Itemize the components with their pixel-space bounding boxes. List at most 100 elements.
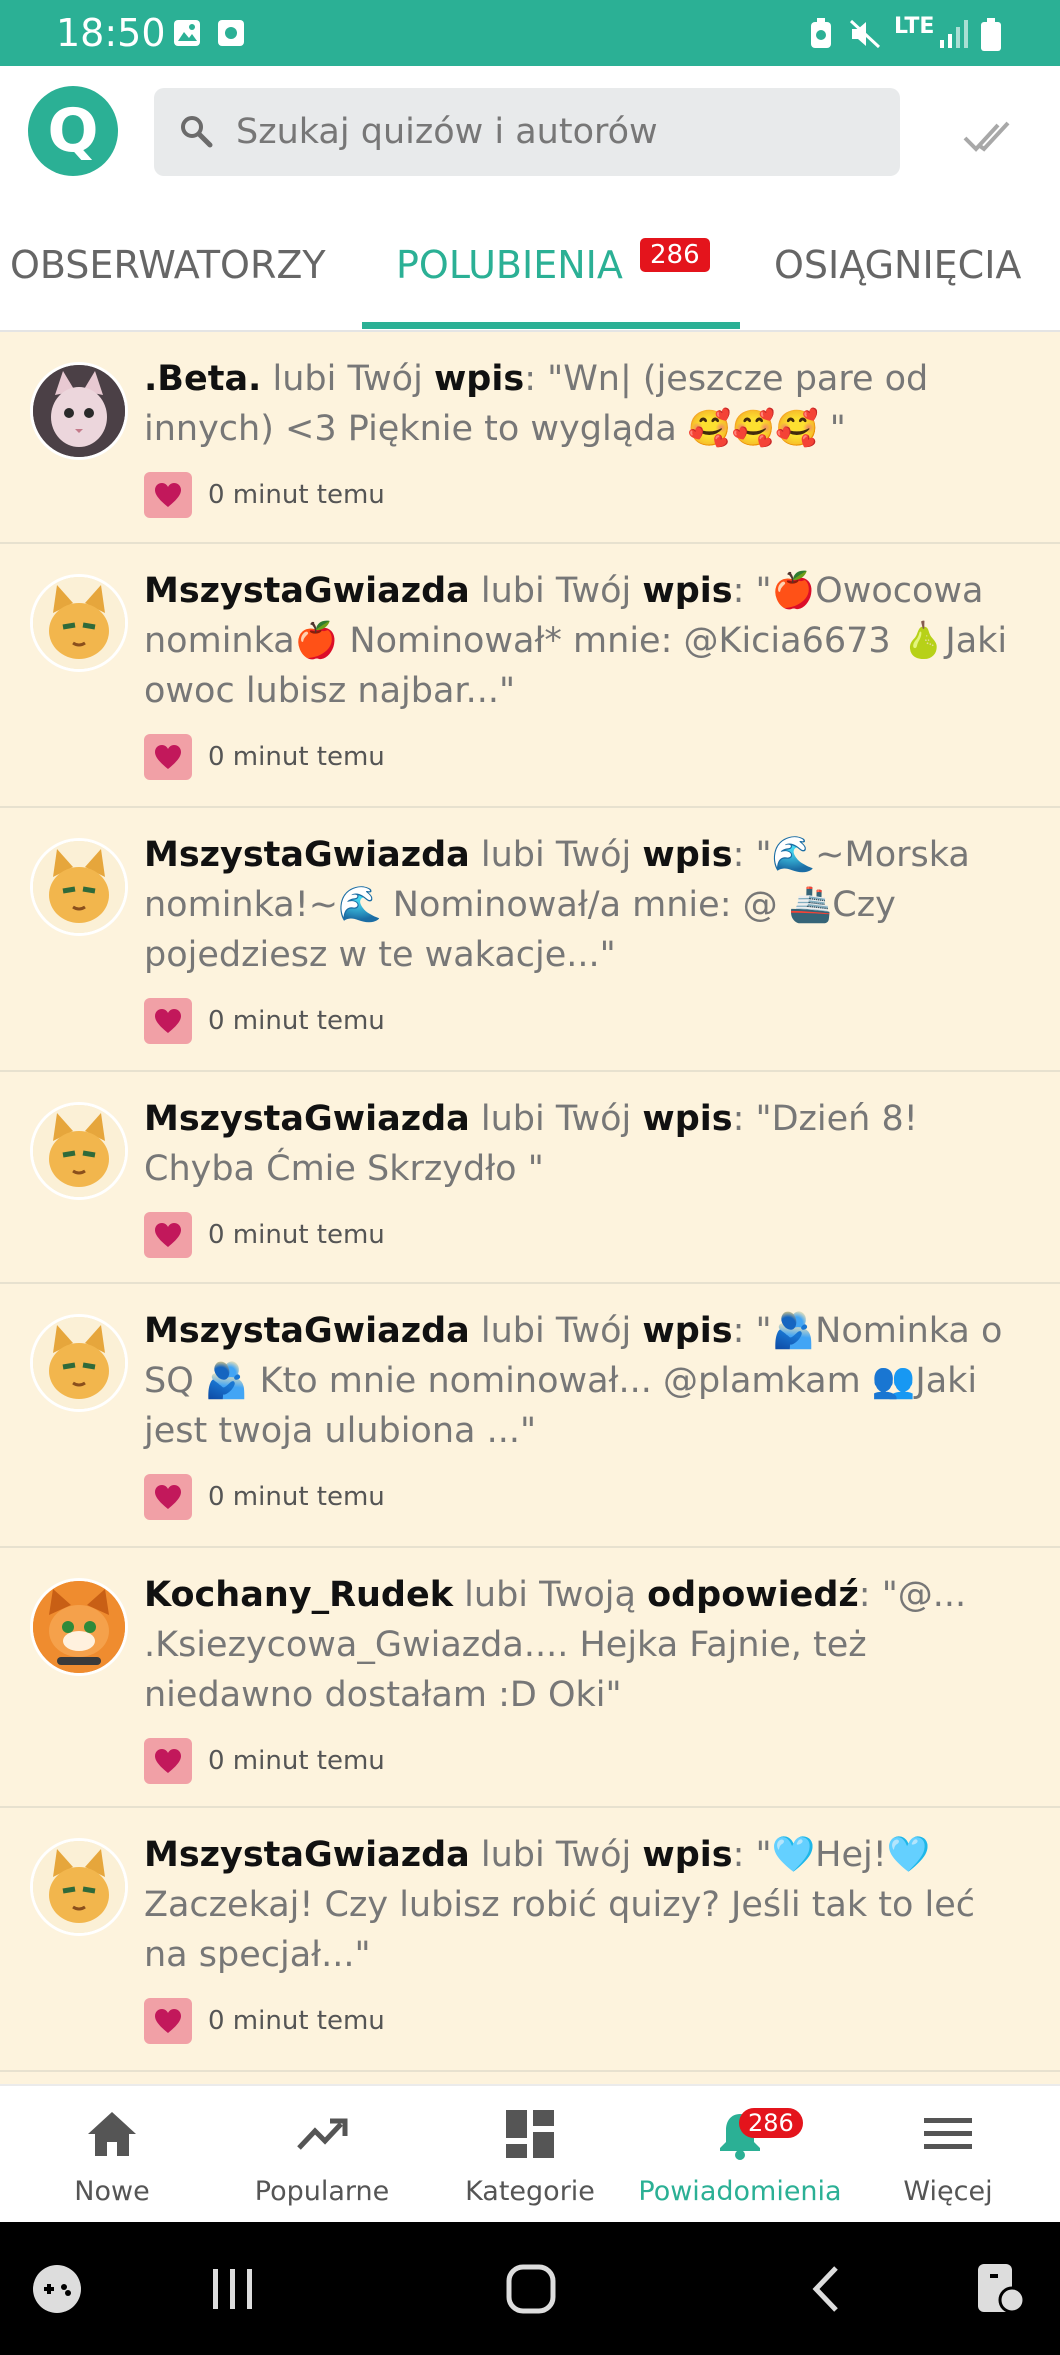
avatar[interactable] bbox=[30, 1314, 128, 1412]
notification-verb: lubi Twój bbox=[480, 1311, 632, 1351]
home-icon bbox=[88, 2112, 136, 2156]
dashboard-icon bbox=[506, 2110, 554, 2158]
user-name[interactable]: Kochany_Rudek bbox=[144, 1575, 453, 1615]
notification-list: .Beta. lubi Twój wpis: "Wn| (jeszcze par… bbox=[0, 332, 1060, 2084]
user-name[interactable]: .Beta. bbox=[144, 359, 261, 399]
notification-verb: lubi Twój bbox=[480, 1835, 632, 1875]
object-type: wpis bbox=[642, 1835, 733, 1875]
heart-icon bbox=[144, 734, 192, 780]
notification-item[interactable]: .Beta. lubi Twój wpis: "Wn| (jeszcze par… bbox=[0, 332, 1060, 544]
system-navigation-bar bbox=[0, 2222, 1060, 2355]
heart-icon bbox=[144, 472, 192, 518]
notification-count-badge: 286 bbox=[739, 2108, 803, 2138]
notification-verb: lubi Twoją bbox=[464, 1575, 636, 1615]
avatar[interactable] bbox=[30, 838, 128, 936]
notification-verb: lubi Twój bbox=[480, 571, 632, 611]
notification-text: MszystaGwiazda lubi Twój wpis: "🍎Owocowa… bbox=[144, 566, 1020, 716]
user-name[interactable]: MszystaGwiazda bbox=[144, 1099, 470, 1139]
notification-text: MszystaGwiazda lubi Twój wpis: "🫂Nominka… bbox=[144, 1306, 1020, 1456]
tab-osiagniecia[interactable]: OSIĄGNIĘCIA bbox=[774, 240, 1021, 290]
quote-text: : "Wn| (jeszcze pare od innych) <3 Piękn… bbox=[144, 359, 929, 449]
user-name[interactable]: MszystaGwiazda bbox=[144, 835, 470, 875]
image-icon bbox=[174, 20, 200, 46]
nav-powiadomienia[interactable]: 286 Powiadomienia bbox=[634, 2086, 846, 2224]
notification-text: MszystaGwiazda lubi Twój wpis: "🌊~Morska… bbox=[144, 830, 1020, 980]
accessibility-icon[interactable] bbox=[972, 2260, 1028, 2318]
heart-icon bbox=[144, 1738, 192, 1784]
avatar[interactable] bbox=[30, 1578, 128, 1676]
notification-text: Kochany_Rudek lubi Twoją odpowiedź: "@..… bbox=[144, 1570, 1020, 1720]
app-header: Q Szukaj quizów i autorów bbox=[0, 66, 1060, 196]
user-name[interactable]: MszystaGwiazda bbox=[144, 1835, 470, 1875]
nav-label: Popularne bbox=[254, 2176, 390, 2207]
app-logo[interactable]: Q bbox=[28, 86, 118, 176]
timestamp: 0 minut temu bbox=[208, 1006, 385, 1036]
timestamp: 0 minut temu bbox=[208, 742, 385, 772]
object-type: wpis bbox=[433, 359, 525, 399]
object-type: wpis bbox=[642, 835, 733, 875]
nav-label: Powiadomienia bbox=[638, 2176, 842, 2207]
notification-item[interactable]: Kochany_Rudek lubi Twoją odpowiedź: "@..… bbox=[0, 1548, 1060, 1808]
heart-icon bbox=[144, 1212, 192, 1258]
search-icon bbox=[181, 116, 213, 148]
recent-apps-icon[interactable] bbox=[208, 2266, 258, 2312]
nav-kategorie[interactable]: Kategorie bbox=[424, 2086, 636, 2224]
trending-icon bbox=[297, 2118, 348, 2150]
user-name[interactable]: MszystaGwiazda bbox=[144, 571, 470, 611]
bottom-navigation: Nowe Popularne Kategorie 286 Powiadomien… bbox=[0, 2084, 1060, 2222]
status-time: 18:50 bbox=[56, 11, 166, 55]
tab-polubienia[interactable]: POLUBIENIA bbox=[396, 240, 623, 290]
object-type: wpis bbox=[642, 1311, 733, 1351]
avatar[interactable] bbox=[30, 1838, 128, 1936]
timestamp: 0 minut temu bbox=[208, 1220, 385, 1250]
menu-icon bbox=[924, 2118, 972, 2149]
signal-icon bbox=[940, 20, 968, 48]
notification-text: .Beta. lubi Twój wpis: "Wn| (jeszcze par… bbox=[144, 354, 1020, 454]
back-icon[interactable] bbox=[808, 2264, 842, 2314]
heart-icon bbox=[144, 1474, 192, 1520]
notification-item[interactable]: MszystaGwiazda lubi Twój wpis: "🍎Owocowa… bbox=[0, 544, 1060, 808]
app-screen: { "status_bar": { "time": "18:50", "netw… bbox=[0, 0, 1060, 2355]
object-type: wpis bbox=[642, 571, 733, 611]
tab-count-badge: 286 bbox=[640, 238, 710, 272]
app-icon bbox=[218, 20, 244, 46]
network-type: LTE bbox=[894, 14, 935, 39]
timestamp: 0 minut temu bbox=[208, 1746, 385, 1776]
notification-item[interactable]: MszystaGwiazda lubi Twój wpis: "🩵Hej!🩵 Z… bbox=[0, 1808, 1060, 2072]
nav-wiecej[interactable]: Więcej bbox=[842, 2086, 1054, 2224]
double-check-icon[interactable] bbox=[962, 116, 1012, 156]
object-type: wpis bbox=[642, 1099, 733, 1139]
notification-item[interactable]: MszystaGwiazda lubi Twój wpis: "🫂Nominka… bbox=[0, 1284, 1060, 1548]
notification-verb: lubi Twój bbox=[480, 835, 632, 875]
search-placeholder: Szukaj quizów i autorów bbox=[236, 112, 658, 152]
search-bar[interactable]: Szukaj quizów i autorów bbox=[154, 88, 900, 176]
nav-label: Kategorie bbox=[465, 2176, 595, 2207]
notification-tabs: OBSERWATORZY POLUBIENIA 286 OSIĄGNIĘCIA bbox=[0, 196, 1060, 332]
nav-nowe[interactable]: Nowe bbox=[6, 2086, 218, 2224]
avatar[interactable] bbox=[30, 574, 128, 672]
notification-text: MszystaGwiazda lubi Twój wpis: "🩵Hej!🩵 Z… bbox=[144, 1830, 1020, 1980]
notification-item[interactable]: MszystaGwiazda lubi Twój wpis: "🌊~Morska… bbox=[0, 808, 1060, 1072]
timestamp: 0 minut temu bbox=[208, 480, 385, 510]
avatar[interactable] bbox=[30, 1102, 128, 1200]
notification-text: MszystaGwiazda lubi Twój wpis: "Dzień 8!… bbox=[144, 1094, 1020, 1194]
object-type: odpowiedź bbox=[647, 1575, 859, 1615]
nav-popularne[interactable]: Popularne bbox=[216, 2086, 428, 2224]
timestamp: 0 minut temu bbox=[208, 1482, 385, 1512]
nav-label: Nowe bbox=[74, 2176, 150, 2207]
active-tab-indicator bbox=[362, 322, 740, 329]
timestamp: 0 minut temu bbox=[208, 2006, 385, 2036]
heart-icon bbox=[144, 998, 192, 1044]
battery-icon bbox=[981, 18, 1001, 51]
notification-verb: lubi Twój bbox=[272, 359, 423, 399]
game-launcher-icon[interactable] bbox=[30, 2262, 84, 2316]
tab-obserwatorzy[interactable]: OBSERWATORZY bbox=[10, 240, 326, 290]
notification-item[interactable]: MszystaGwiazda lubi Twój wpis: "Dzień 8!… bbox=[0, 1072, 1060, 1284]
user-name[interactable]: MszystaGwiazda bbox=[144, 1311, 470, 1351]
notification-verb: lubi Twój bbox=[480, 1099, 632, 1139]
battery-saver-icon bbox=[811, 18, 831, 48]
home-button-icon[interactable] bbox=[504, 2262, 558, 2316]
nav-label: Więcej bbox=[903, 2176, 993, 2207]
avatar[interactable] bbox=[30, 362, 128, 460]
heart-icon bbox=[144, 1998, 192, 2044]
